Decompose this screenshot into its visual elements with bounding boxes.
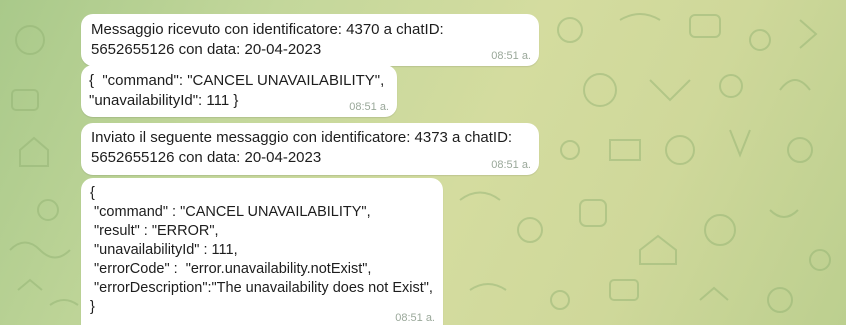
message-bubble[interactable]: Messaggio ricevuto con identificatore: 4…: [81, 14, 539, 66]
message-timestamp: 08:51 a.: [491, 159, 531, 171]
message-bubble[interactable]: { "command" : "CANCEL UNAVAILABILITY", "…: [81, 178, 443, 325]
message-timestamp: 08:51 a.: [395, 312, 435, 324]
message-bubble[interactable]: Inviato il seguente messaggio con identi…: [81, 123, 539, 175]
message-text: { "command" : "CANCEL UNAVAILABILITY", "…: [90, 185, 433, 315]
message-text: { "command": "CANCEL UNAVAILABILITY", "u…: [89, 72, 385, 109]
message-timestamp: 08:51 a.: [491, 50, 531, 62]
message-timestamp: 08:51 a.: [349, 101, 389, 113]
message-text: Messaggio ricevuto con identificatore: 4…: [91, 21, 444, 58]
message-bubble[interactable]: { "command": "CANCEL UNAVAILABILITY", "u…: [81, 65, 397, 117]
message-text: Inviato il seguente messaggio con identi…: [91, 129, 513, 166]
